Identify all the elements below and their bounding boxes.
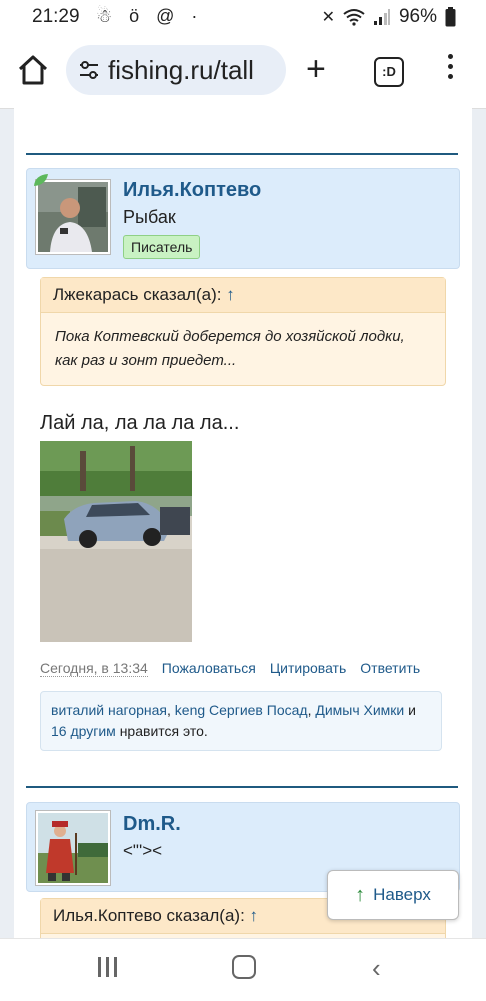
- status-time: 21:29: [32, 6, 80, 27]
- page-content: Илья.Коптево Рыбак Писатель Лжекарась ск…: [14, 108, 472, 938]
- avatar-image: [38, 813, 108, 883]
- jump-to-quote-icon[interactable]: ↑: [250, 906, 259, 925]
- new-tab-icon[interactable]: +: [306, 52, 326, 86]
- signal-icon: [373, 9, 390, 25]
- back-to-top-button[interactable]: ↑ Наверх: [327, 870, 459, 920]
- tab-switcher-button[interactable]: :D: [374, 57, 404, 87]
- report-link[interactable]: Пожаловаться: [162, 660, 256, 677]
- wifi-icon: [343, 9, 365, 26]
- leaf-icon: [34, 174, 48, 186]
- mute-icon: ✕: [321, 9, 335, 26]
- notification-icons: ☃ ö @ ·: [96, 6, 204, 26]
- battery-percent: 96%: [398, 6, 437, 27]
- like-user-link[interactable]: виталий нагорная: [51, 702, 167, 718]
- username[interactable]: Илья.Коптево: [123, 179, 261, 202]
- browser-toolbar: fishing.ru/tall + :D: [0, 34, 486, 109]
- post-divider: [26, 153, 458, 155]
- back-icon[interactable]: ‹: [372, 953, 381, 984]
- previous-post-remnant: [204, 108, 344, 115]
- status-right: ✕ 96%: [322, 6, 456, 28]
- like-user-link[interactable]: Димыч Химки: [315, 702, 404, 718]
- user-title: Рыбак: [123, 207, 176, 227]
- quote-link[interactable]: Цитировать: [270, 660, 346, 677]
- home-icon[interactable]: [16, 53, 50, 87]
- username[interactable]: Dm.R.: [123, 813, 181, 836]
- site-settings-icon[interactable]: [78, 59, 100, 81]
- system-navigation-bar: ‹: [0, 938, 486, 1001]
- post-divider: [26, 786, 458, 788]
- menu-icon[interactable]: [448, 54, 456, 84]
- user-badge: Писатель: [123, 235, 201, 259]
- car-photo: [40, 441, 192, 642]
- like-user-link[interactable]: keng Сергиев Посад: [175, 702, 308, 718]
- status-bar: 21:29 ☃ ö @ · ✕ 96%: [0, 0, 486, 34]
- quote-header: Лжекарась сказал(а): ↑: [41, 278, 445, 313]
- reply-link[interactable]: Ответить: [360, 660, 420, 677]
- avatar[interactable]: [35, 179, 111, 255]
- post-message: Лай ла, ла ла ла ла...: [40, 412, 240, 434]
- arrow-up-icon: ↑: [355, 883, 366, 906]
- post-user-info: Илья.Коптево Рыбак Писатель: [26, 168, 460, 269]
- url-text: fishing.ru/tall: [108, 55, 254, 85]
- likes-summary: виталий нагорная, keng Сергиев Посад, Ди…: [40, 691, 442, 751]
- avatar-image: [38, 182, 108, 252]
- post-date[interactable]: Сегодня, в 13:34: [40, 660, 148, 677]
- quote-text: Пока Коптевский доберется до хозяйской л…: [55, 328, 405, 369]
- user-title: <"'><: [123, 841, 163, 860]
- quote-block: Лжекарась сказал(а): ↑ Пока Коптевский д…: [40, 277, 446, 386]
- post-meta: Сегодня, в 13:34 Пожаловаться Цитировать…: [40, 660, 460, 677]
- back-to-top-label: Наверх: [373, 885, 431, 904]
- likes-suffix: нравится это.: [119, 723, 208, 739]
- url-bar[interactable]: fishing.ru/tall: [66, 45, 286, 95]
- avatar[interactable]: [35, 810, 111, 886]
- recents-icon[interactable]: [98, 957, 117, 977]
- quote-author: Илья.Коптево сказал(а):: [53, 906, 245, 925]
- jump-to-quote-icon[interactable]: ↑: [226, 285, 235, 304]
- quote-author: Лжекарась сказал(а):: [53, 285, 222, 304]
- likes-conjunction: и: [408, 702, 416, 718]
- home-nav-icon[interactable]: [232, 955, 256, 979]
- battery-icon: [445, 7, 456, 27]
- likes-others-link[interactable]: 16 другим: [51, 723, 116, 739]
- post-attachment-image[interactable]: [40, 441, 192, 642]
